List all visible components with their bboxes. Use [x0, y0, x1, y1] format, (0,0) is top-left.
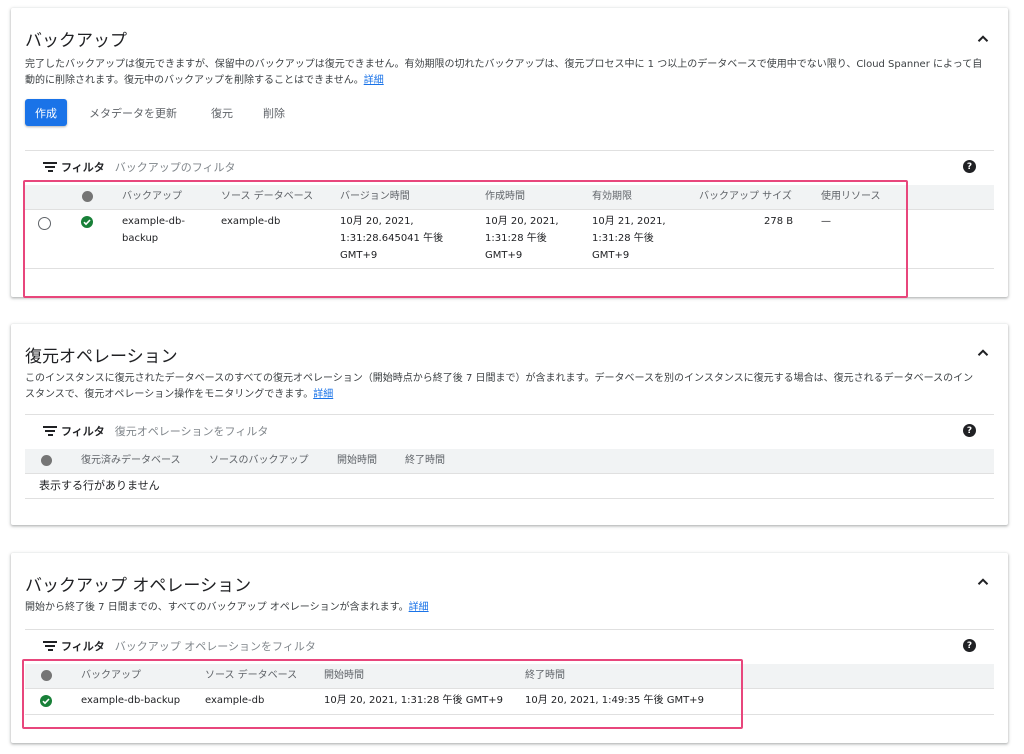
help-icon[interactable]: ? — [963, 160, 976, 173]
backups-card: バックアップ 完了したバックアップは復元できますが、保留中のバックアップは復元で… — [11, 8, 1008, 298]
backup-ops-details-link[interactable]: 詳細 — [409, 602, 429, 613]
collapse-backups-button[interactable] — [974, 30, 992, 48]
chevron-up-icon — [977, 578, 989, 585]
highlight-box — [23, 180, 908, 298]
restore-button[interactable]: 復元 — [209, 105, 235, 121]
help-icon[interactable]: ? — [963, 424, 976, 437]
collapse-restore-ops-button[interactable] — [974, 344, 992, 362]
filter-label: フィルタ — [61, 640, 105, 653]
backup-ops-card: バックアップ オペレーション 開始から終了後 7 日間までの、すべてのバックアッ… — [11, 553, 1008, 743]
filter-label: フィルタ — [61, 425, 105, 438]
filter-label: フィルタ — [61, 161, 105, 174]
filter-icon — [43, 641, 57, 651]
backup-ops-title: バックアップ オペレーション — [25, 576, 252, 596]
backups-filter-input[interactable]: バックアップのフィルタ — [115, 159, 236, 175]
col-end-time[interactable]: 終了時間 — [405, 449, 445, 473]
create-button[interactable]: 作成 — [25, 99, 67, 126]
chevron-up-icon — [977, 35, 989, 42]
row-divider — [25, 498, 994, 499]
backup-ops-filter-input[interactable]: バックアップ オペレーションをフィルタ — [115, 638, 316, 654]
restore-ops-details-link[interactable]: 詳細 — [313, 389, 333, 400]
status-header-icon — [41, 455, 52, 466]
filter-icon — [43, 426, 57, 436]
backups-toolbar: 作成 メタデータを更新 復元 削除 — [25, 99, 287, 126]
collapse-backup-ops-button[interactable] — [974, 573, 992, 591]
chevron-up-icon — [977, 349, 989, 356]
backup-ops-description: 開始から終了後 7 日間までの、すべてのバックアップ オペレーションが含まれます… — [25, 602, 429, 613]
restore-ops-card: 復元オペレーション このインスタンスに復元されたデータベースのすべての復元オペレ… — [11, 324, 1008, 525]
update-metadata-button[interactable]: メタデータを更新 — [87, 105, 179, 121]
col-restored-db[interactable]: 復元済みデータベース — [81, 449, 181, 473]
restore-ops-filter-bar[interactable]: フィルタ 復元オペレーションをフィルタ ? — [25, 414, 994, 447]
restore-ops-filter-input[interactable]: 復元オペレーションをフィルタ — [115, 423, 269, 439]
backup-ops-filter-bar[interactable]: フィルタ バックアップ オペレーションをフィルタ ? — [25, 629, 994, 662]
backups-filter-bar[interactable]: フィルタ バックアップのフィルタ ? — [25, 150, 994, 183]
backups-details-link[interactable]: 詳細 — [364, 75, 384, 86]
filter-icon — [43, 162, 57, 172]
help-icon[interactable]: ? — [963, 639, 976, 652]
highlight-box — [22, 659, 743, 729]
col-source-backup[interactable]: ソースのバックアップ — [209, 449, 309, 473]
restore-ops-table-header: 復元済みデータベース ソースのバックアップ 開始時間 終了時間 — [25, 449, 994, 474]
empty-table-message: 表示する行がありません — [39, 479, 160, 492]
col-start-time[interactable]: 開始時間 — [337, 449, 377, 473]
restore-ops-description: このインスタンスに復元されたデータベースのすべての復元オペレーション（開始時点か… — [25, 373, 974, 400]
backups-title: バックアップ — [25, 31, 127, 51]
restore-ops-title: 復元オペレーション — [25, 347, 178, 367]
delete-button[interactable]: 削除 — [261, 105, 287, 121]
backups-description: 完了したバックアップは復元できますが、保留中のバックアップは復元できません。有効… — [25, 59, 983, 86]
